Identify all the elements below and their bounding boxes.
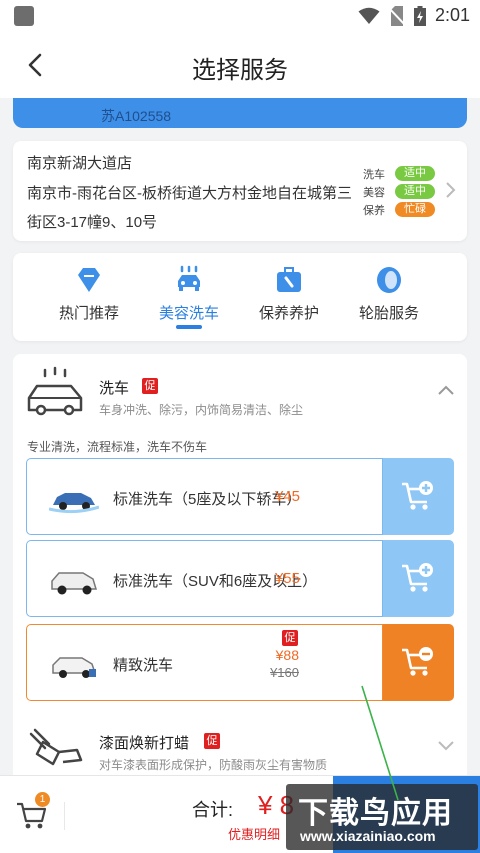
store-status-list: 洗车 适中 美容 适中 保养 忙碌 [363,165,435,219]
tab-label: 轮胎服务 [358,305,419,322]
wash-section-header[interactable]: 洗车 促 车身冲洗、除污，内饰简易清洁、除尘 [13,354,467,434]
total-label: 合计: [192,800,234,820]
section-note: 专业清洗，流程标准，洗车不伤车 [27,440,208,454]
service-price: ¥88 [275,647,299,663]
license-plate: 苏A102558 [101,108,172,124]
cart-count-badge: 1 [35,792,50,807]
promo-badge: 促 [204,733,220,749]
cart-plus-icon [402,481,433,510]
tab-tire-service[interactable]: 轮胎服务 [339,253,439,341]
clock: 2:01 [434,5,470,25]
status-label: 美容 [363,186,385,199]
chevron-right-icon [446,182,456,198]
diamond-icon [78,268,100,292]
status-row-maintenance: 保养 忙碌 [363,201,435,218]
section-description: 对车漆表面形成保护，防酸雨灰尘有害物质 [99,758,328,772]
paint-section-header[interactable]: 漆面焕新打蜡 促 对车漆表面形成保护，防酸雨灰尘有害物质 [13,706,467,775]
chevron-up-icon[interactable] [437,384,455,396]
section-title: 漆面焕新打蜡 [99,735,190,752]
service-item-standard-suv[interactable]: 标准洗车（SUV和6座及以上） ¥55 [26,540,454,617]
remove-from-cart-button[interactable] [383,624,454,701]
store-card[interactable]: 南京新湖大道店 南京市-雨花台区-板桥街道大方村金地自在城第三街区3-17幢9、… [13,141,467,241]
add-to-cart-button[interactable] [383,540,454,617]
car-wash-outline-icon [27,366,83,416]
content-scroll[interactable]: 苏A102558 南京新湖大道店 南京市-雨花台区-板桥街道大方村金地自在城第三… [0,98,480,775]
status-label: 洗车 [363,168,385,181]
promo-badge: 促 [282,630,298,646]
discount-detail-link[interactable]: 优惠明细 [228,824,280,843]
tab-label: 保养养护 [258,305,319,322]
watermark-url: www.xiazainiao.com [300,828,436,844]
status-tag: 适中 [395,166,435,181]
tab-beauty-wash[interactable]: 美容洗车 [139,253,239,341]
notification-app-icon [14,6,34,26]
original-price: ¥160 [270,665,299,680]
no-sim-icon [388,5,405,26]
tire-icon [377,267,401,293]
service-name: 精致洗车 [113,657,174,674]
tab-label: 美容洗车 [158,305,219,322]
cart-plus-icon [402,563,433,592]
status-row-beauty: 美容 适中 [363,183,435,200]
tab-maintenance[interactable]: 保养养护 [239,253,339,341]
car-wash-icon [178,265,200,291]
store-address: 南京市-雨花台区-板桥街道大方村金地自在城第三街区3-17幢9、10号 [27,185,352,231]
category-tabs: 热门推荐 美容洗车 保养养护 轮胎服务 [13,253,467,341]
add-to-cart-button[interactable] [383,458,454,535]
polisher-icon [29,728,83,766]
suv-thumbnail-icon [51,572,98,595]
watermark-title: 下载鸟应用 [298,797,453,830]
service-price: ¥55 [274,570,300,587]
page-title: 选择服务 [192,57,288,84]
section-title: 洗车 [99,380,130,397]
tab-hot-recommend[interactable]: 热门推荐 [39,253,139,341]
status-label: 保养 [363,204,385,217]
status-tag: 忙碌 [395,202,435,217]
promo-badge: 促 [142,378,158,394]
service-name: 标准洗车（5座及以下轿车） [113,491,302,508]
service-item-premium-wash[interactable]: 精致洗车 ¥88 ¥160 促 [26,624,454,701]
cart-minus-icon [402,647,433,676]
maintenance-toolbox-icon [277,267,301,292]
nav-bar: 选择服务 [0,32,480,98]
battery-charging-icon [413,5,426,26]
status-row-wash: 洗车 适中 [363,165,435,182]
chevron-down-icon[interactable] [437,740,455,752]
service-item-standard-sedan[interactable]: 标准洗车（5座及以下轿车） ¥45 [26,458,454,535]
section-description: 车身冲洗、除污，内饰简易清洁、除尘 [99,403,304,417]
active-tab-indicator [176,325,202,329]
status-bar: 2:01 [0,0,480,32]
wifi-icon [358,7,380,24]
service-list-card: 洗车 促 车身冲洗、除污，内饰简易清洁、除尘 专业清洗，流程标准，洗车不伤车 标… [13,354,467,775]
car-foam-thumbnail-icon [52,657,97,678]
vehicle-card[interactable]: 苏A102558 [13,98,467,128]
store-name: 南京新湖大道店 [27,155,133,172]
watermark: 下载鸟应用 www.xiazainiao.com [286,784,478,850]
car-thumbnail-icon [49,493,99,514]
status-tag: 适中 [395,184,435,199]
price-stack: ¥88 ¥160 [270,646,299,682]
tab-label: 热门推荐 [58,305,119,322]
service-price: ¥45 [274,488,300,505]
divider [64,802,65,830]
